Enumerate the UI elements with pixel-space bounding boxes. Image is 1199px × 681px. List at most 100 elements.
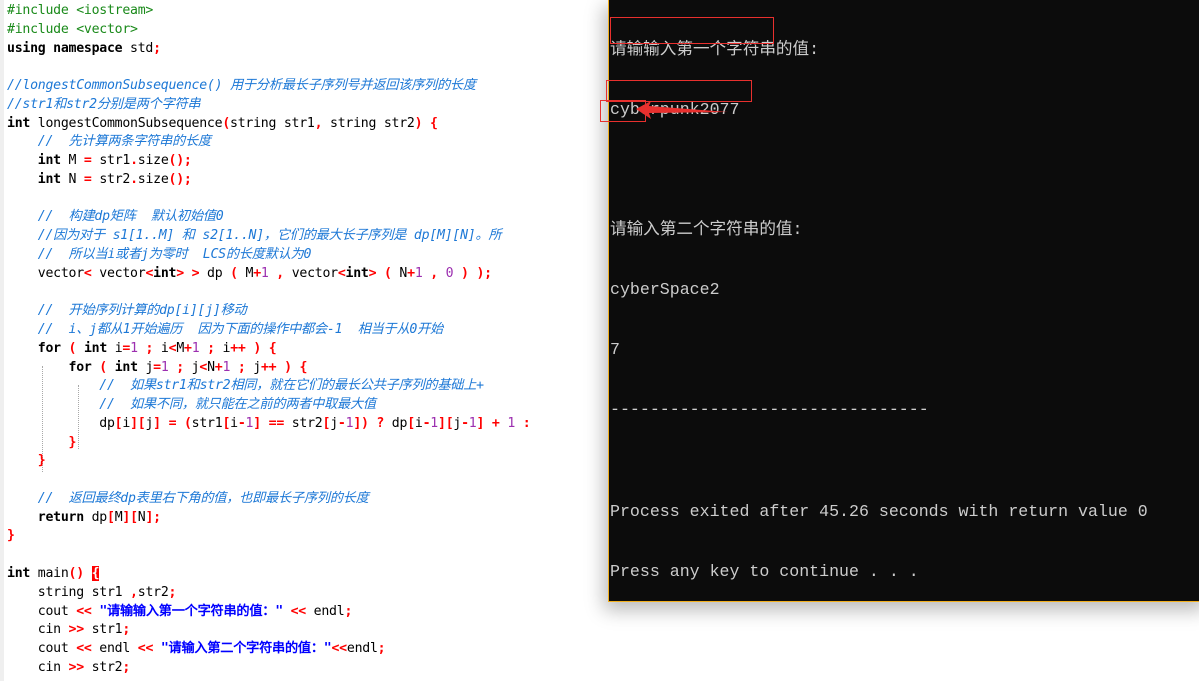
code-line[interactable] [7,283,530,302]
code-token: "请输输入第一个字符串的值：" [99,603,283,619]
code-token: 1 [468,415,477,431]
code-token: i [230,415,238,431]
code-token: < [337,265,346,281]
code-token: ; [377,641,386,657]
code-line[interactable]: // 构建dp矩阵 默认初始值0 [7,208,530,227]
code-token: cout [7,641,77,657]
code-token: N [391,265,408,281]
code-line[interactable]: #include <iostream> [7,2,530,21]
code-token: #include <vector> [7,21,138,37]
code-line[interactable]: //因为对于 s1[1..M] 和 s2[1..N]，它们的最大长子序列是 dp… [7,227,530,246]
code-token: } [68,434,77,450]
code-line[interactable]: dp[i][j] = (str1[i-1] == str2[j-1]) ? dp… [7,415,530,434]
code-line[interactable]: // i、j都从1开始遍历 因为下面的操作中都会-1 相当于从0开始 [7,321,530,340]
code-line[interactable]: for ( int i=1 ; i<M+1 ; i++ ) { [7,340,530,359]
code-token: 1 [130,340,138,356]
code-line[interactable] [7,471,530,490]
code-token: // 如果不同，就只能在之前的两者中取最大值 [99,397,376,413]
code-line[interactable]: cin >> str1; [7,621,530,640]
code-token: } [7,528,15,544]
code-line[interactable]: string str1 ,str2; [7,584,530,603]
code-line[interactable]: // 开始序列计算的dp[i][j]移动 [7,302,530,321]
code-line[interactable]: } [7,434,530,453]
code-line[interactable]: } [7,452,530,471]
code-token: < [145,265,154,281]
console-prompt-1: 请输输入第一个字符串的值: [610,40,820,59]
code-token: size [137,171,169,187]
code-line[interactable]: int main() { [7,565,530,584]
code-token: dp [199,265,231,281]
code-line[interactable]: //str1和str2分别是两个字符串 [7,96,530,115]
code-token: = [83,171,92,187]
code-token: vector [7,265,84,281]
code-line[interactable]: int M = str1.size(); [7,152,530,171]
code-line[interactable]: return dp[M][N]; [7,509,530,528]
console-separator: -------------------------------- [610,400,929,419]
code-token: 1 [507,415,516,431]
code-token: int [345,265,369,281]
code-token: dp [384,415,408,431]
code-token: ; [176,359,184,375]
code-line[interactable]: using namespace std; [7,40,530,59]
code-line[interactable]: } [7,527,530,546]
console-blank [610,458,1148,462]
code-token: >> [68,622,85,638]
code-token: ; [153,40,161,56]
code-line[interactable]: // 如果str1和str2相同，就在它们的最长公共子序列的基础上+ [7,377,530,396]
code-token: j [183,359,200,375]
code-token: , [130,584,138,600]
code-token: cin [7,659,69,675]
code-line[interactable]: int longestCommonSubsequence(string str1… [7,115,530,134]
source-code[interactable]: #include <iostream> #include <vector> usin… [7,2,531,678]
code-token: ][ [122,509,138,525]
code-line[interactable]: // 返回最终dp表里右下角的值，也即最长子序列的长度 [7,490,530,509]
code-token: //longestCommonSubsequence() 用于分析最长子序列号并… [7,78,476,94]
code-token: { [430,115,438,131]
code-token: ; [122,622,131,638]
code-line[interactable]: cin >> str2; [7,659,530,678]
code-line[interactable]: // 所以当i或者j为零时 LCS的长度默认为0 [7,246,530,265]
code-token: } [37,453,46,469]
code-token: + [407,265,415,281]
code-token: j [330,415,338,431]
code-token: main [37,565,69,581]
code-token: ) [253,340,262,356]
code-line[interactable]: vector< vector<int> > dp ( M+1 , vector<… [7,265,530,284]
code-line[interactable]: //longestCommonSubsequence() 用于分析最长子序列号并… [7,77,530,96]
code-line[interactable]: for ( int j=1 ; j<N+1 ; j++ ) { [7,359,530,378]
code-line[interactable]: cout << "请输输入第一个字符串的值：" << endl; [7,603,530,622]
code-line[interactable]: int N = str2.size(); [7,171,530,190]
code-line[interactable]: #include <vector> [7,21,530,40]
code-token: ); [476,265,492,281]
code-line[interactable] [7,546,530,565]
editor-gutter [0,0,4,681]
code-token: M [237,265,254,281]
code-line[interactable]: // 先计算两条字符串的长度 [7,133,530,152]
code-line[interactable] [7,58,530,77]
code-token: { [268,340,277,356]
code-line[interactable]: // 如果不同，就只能在之前的两者中取最大值 [7,396,530,415]
code-token: ]; [145,509,161,525]
code-token: size [137,153,169,169]
code-token: i [414,415,423,431]
code-token: endl [91,641,138,657]
code-token: cin [7,622,69,638]
code-token: < [83,265,92,281]
code-line[interactable]: cout << endl << "请输入第二个字符串的值："<<endl; [7,640,530,659]
console-window[interactable]: 请输输入第一个字符串的值: cyberpunk2077 请输入第二个字符串的值:… [608,0,1199,602]
code-line[interactable] [7,190,530,209]
code-token: = [153,359,161,375]
